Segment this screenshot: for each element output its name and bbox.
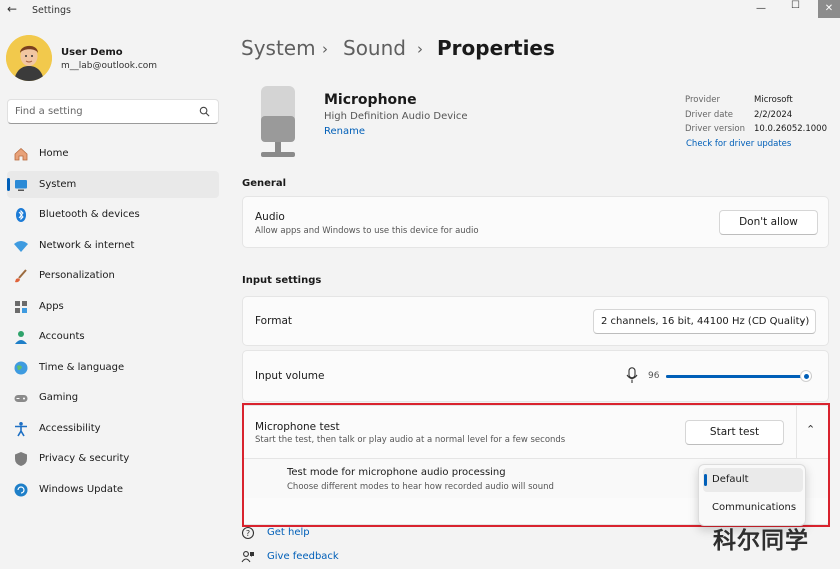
minimize-icon[interactable]: — — [756, 3, 768, 14]
update-icon — [14, 483, 28, 496]
brush-icon — [15, 269, 27, 283]
provider-value: Microsoft — [754, 95, 793, 105]
audio-description: Allow apps and Windows to use this devic… — [255, 226, 479, 236]
sidebar-item-accounts[interactable]: Accounts — [7, 323, 219, 350]
title-bar: ← Settings — ☐ ✕ — [0, 0, 840, 22]
apps-icon — [15, 300, 27, 313]
input-section-title: Input settings — [242, 275, 322, 286]
get-help-link[interactable]: Get help — [267, 527, 310, 538]
back-arrow-icon[interactable]: ← — [7, 2, 21, 16]
breadcrumb-separator: › — [322, 40, 328, 58]
device-name: Microphone — [324, 92, 417, 108]
gamepad-icon — [14, 395, 28, 402]
sidebar-item-bluetooth[interactable]: Bluetooth & devices — [7, 201, 219, 228]
user-name: User Demo — [61, 47, 123, 58]
home-icon — [14, 147, 28, 161]
breadcrumb-sound[interactable]: Sound — [343, 36, 406, 60]
sidebar-item-privacy[interactable]: Privacy & security — [7, 445, 219, 472]
app-title: Settings — [32, 5, 71, 16]
sidebar-item-time-language[interactable]: Time & language — [7, 354, 219, 381]
search-icon — [199, 106, 210, 117]
rename-link[interactable]: Rename — [324, 126, 365, 137]
system-icon — [15, 179, 27, 191]
dont-allow-button[interactable]: Don't allow — [719, 210, 818, 235]
sidebar-item-accessibility[interactable]: Accessibility — [7, 415, 219, 442]
format-card: Format 2 channels, 16 bit, 44100 Hz (CD … — [242, 296, 829, 346]
device-description: High Definition Audio Device — [324, 111, 468, 122]
sidebar-item-home[interactable]: Home — [7, 140, 219, 167]
check-driver-updates-link[interactable]: Check for driver updates — [686, 139, 791, 149]
audio-card: Audio Allow apps and Windows to use this… — [242, 196, 829, 248]
microphone-device-icon — [261, 86, 295, 157]
user-email: m__lab@outlook.com — [61, 61, 158, 71]
audio-title: Audio — [255, 211, 285, 223]
volume-slider-thumb[interactable] — [800, 370, 812, 382]
page-title: Properties — [437, 36, 555, 60]
help-icon: ? — [241, 526, 255, 540]
search-input[interactable]: Find a setting — [7, 99, 219, 124]
give-feedback-link[interactable]: Give feedback — [267, 551, 339, 562]
sidebar-item-label: Windows Update — [39, 483, 124, 495]
option-label: Communications — [712, 502, 797, 513]
sidebar-item-label: Time & language — [39, 361, 125, 373]
sidebar-nav: Home System Bluetooth & devices Network … — [7, 140, 219, 506]
input-volume-label: Input volume — [255, 370, 325, 382]
sidebar-item-label: Home — [39, 148, 69, 159]
shield-icon — [15, 452, 27, 466]
input-volume-card: Input volume 96 — [242, 350, 829, 402]
driver-date-value: 2/2/2024 — [754, 110, 793, 120]
volume-value: 96 — [648, 371, 660, 381]
provider-label: Provider — [685, 95, 720, 105]
breadcrumb-separator: › — [417, 40, 423, 58]
test-mode-dropdown: Default Communications — [698, 464, 806, 526]
sidebar-item-apps[interactable]: Apps — [7, 293, 219, 320]
sidebar-item-label: Apps — [39, 300, 64, 312]
sidebar-item-label: Bluetooth & devices — [39, 209, 140, 220]
chevron-down-icon: ⌄ — [798, 315, 806, 325]
bluetooth-icon — [16, 208, 26, 222]
dropdown-option-default[interactable]: Default — [703, 468, 803, 492]
volume-track-fill — [666, 375, 806, 378]
search-placeholder: Find a setting — [15, 106, 83, 117]
driver-date-label: Driver date — [685, 110, 734, 120]
breadcrumb-system[interactable]: System — [241, 36, 316, 60]
maximize-icon[interactable]: ☐ — [791, 0, 803, 12]
accessibility-icon — [15, 421, 27, 436]
sidebar-item-label: Network & internet — [39, 239, 135, 251]
svg-text:?: ? — [246, 529, 250, 538]
microphone-icon[interactable] — [626, 367, 638, 384]
sidebar-item-label: Personalization — [39, 270, 115, 281]
format-label: Format — [255, 315, 293, 327]
sidebar-item-label: Accounts — [39, 331, 85, 342]
option-label: Default — [712, 474, 749, 485]
network-icon — [14, 240, 28, 252]
sidebar-item-windows-update[interactable]: Windows Update — [7, 476, 219, 503]
sidebar-item-system[interactable]: System — [7, 170, 219, 198]
driver-version-value: 10.0.26052.1000 — [754, 124, 828, 134]
feedback-icon — [241, 551, 254, 563]
driver-version-label: Driver version — [685, 124, 745, 134]
accounts-icon — [15, 331, 27, 344]
format-value: 2 channels, 16 bit, 44100 Hz (CD Quality… — [601, 316, 810, 327]
watermark: 科尔同学 — [713, 528, 809, 554]
sidebar-item-label: Accessibility — [39, 422, 101, 434]
sidebar-item-network[interactable]: Network & internet — [7, 232, 219, 259]
sidebar-item-label: System — [39, 178, 77, 190]
dropdown-option-communications[interactable]: Communications — [703, 496, 803, 520]
globe-icon — [14, 361, 28, 374]
selected-indicator — [704, 474, 707, 486]
active-indicator — [7, 177, 10, 191]
volume-slider[interactable] — [666, 369, 816, 383]
close-icon[interactable]: ✕ — [818, 0, 840, 18]
sidebar-item-personalization[interactable]: Personalization — [7, 262, 219, 289]
sidebar-item-label: Privacy & security — [39, 453, 130, 464]
sidebar-item-gaming[interactable]: Gaming — [7, 384, 219, 411]
sidebar-item-label: Gaming — [39, 392, 79, 403]
format-select[interactable]: 2 channels, 16 bit, 44100 Hz (CD Quality… — [593, 309, 816, 334]
avatar[interactable] — [6, 35, 52, 81]
general-section-title: General — [242, 178, 286, 189]
